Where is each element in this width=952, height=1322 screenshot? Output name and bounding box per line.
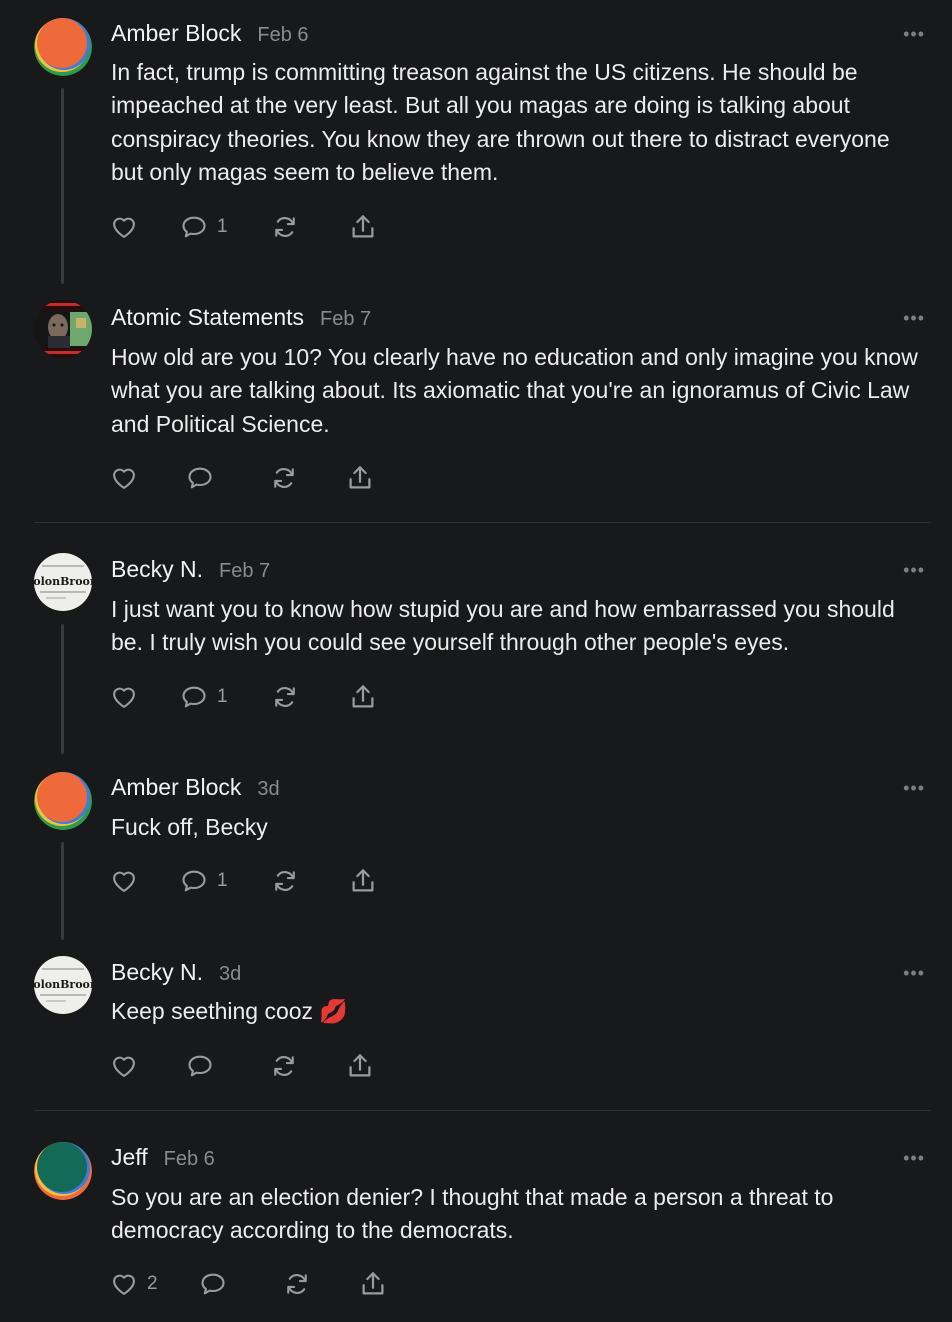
- avatar-image: [34, 300, 92, 358]
- avatar-logo-text: ColonBroom: [34, 575, 92, 588]
- restack-button[interactable]: [282, 1270, 312, 1298]
- comment-text: In fact, trump is committing treason aga…: [111, 59, 890, 185]
- avatar[interactable]: [34, 772, 92, 830]
- comment-date[interactable]: 3d: [257, 778, 279, 801]
- avatar-image: [34, 772, 92, 830]
- thread-divider: [34, 522, 931, 523]
- like-button[interactable]: 2: [109, 1270, 158, 1298]
- thread-line: [61, 88, 64, 284]
- reply-button[interactable]: [185, 464, 223, 492]
- restack-icon: [274, 468, 294, 488]
- author-name[interactable]: Jeff: [111, 1144, 148, 1171]
- comment-icon: [188, 467, 212, 489]
- avatar[interactable]: [34, 1142, 92, 1200]
- share-button[interactable]: [345, 1051, 375, 1081]
- like-button[interactable]: [109, 867, 139, 895]
- more-icon[interactable]: •••: [903, 560, 925, 581]
- restack-icon: [286, 1274, 307, 1294]
- avatar[interactable]: ColonBroom: [34, 956, 92, 1014]
- comment-icon: [188, 1055, 212, 1077]
- avatar[interactable]: ColonBroom: [34, 553, 92, 611]
- restack-icon: [274, 1056, 294, 1076]
- like-button[interactable]: [109, 464, 139, 492]
- thread-line: [61, 842, 64, 940]
- comment-icon: [182, 870, 206, 892]
- restack-button[interactable]: [269, 464, 299, 492]
- restack-button[interactable]: [270, 867, 300, 895]
- reply-button[interactable]: [185, 1052, 223, 1080]
- avatar-logo-text: ColonBroom: [34, 978, 92, 991]
- comment-date[interactable]: Feb 6: [257, 24, 308, 47]
- share-icon: [352, 215, 374, 238]
- like-count: 2: [147, 1273, 158, 1294]
- more-icon[interactable]: •••: [903, 1148, 925, 1169]
- heart-icon: [113, 217, 135, 238]
- reply-button[interactable]: 1: [179, 683, 228, 711]
- more-icon[interactable]: •••: [903, 778, 925, 799]
- reply-button[interactable]: 1: [179, 867, 228, 895]
- heart-icon: [113, 468, 135, 489]
- more-icon[interactable]: •••: [903, 24, 925, 45]
- avatar[interactable]: [34, 300, 92, 358]
- share-icon: [349, 1054, 371, 1077]
- heart-icon: [113, 1274, 135, 1295]
- comment-date[interactable]: Feb 7: [219, 560, 270, 583]
- reply-count: 1: [217, 870, 228, 891]
- comment-text: I just want you to know how stupid you a…: [111, 596, 895, 656]
- like-button[interactable]: [109, 683, 139, 711]
- comment-text: Keep seething cooz 💋: [111, 998, 349, 1024]
- avatar-image: ColonBroom: [34, 553, 92, 611]
- restack-icon: [274, 687, 295, 707]
- share-icon: [352, 685, 374, 708]
- share-icon: [349, 466, 371, 489]
- more-icon[interactable]: •••: [903, 308, 925, 329]
- share-icon: [352, 869, 374, 892]
- avatar[interactable]: [34, 18, 92, 76]
- comment-date[interactable]: Feb 7: [320, 308, 371, 331]
- share-button[interactable]: [358, 1269, 388, 1299]
- author-name[interactable]: Amber Block: [111, 20, 241, 47]
- comment-icon: [201, 1273, 225, 1295]
- heart-icon: [113, 687, 135, 708]
- restack-button[interactable]: [269, 1052, 299, 1080]
- comment-text: How old are you 10? You clearly have no …: [111, 344, 918, 437]
- like-button[interactable]: [109, 1052, 139, 1080]
- reply-count: 1: [217, 686, 228, 707]
- comment-text: So you are an election denier? I thought…: [111, 1184, 834, 1244]
- comment-icon: [182, 686, 206, 708]
- author-name[interactable]: Becky N.: [111, 959, 203, 986]
- restack-icon: [274, 217, 295, 237]
- restack-icon: [274, 871, 295, 891]
- comment-date[interactable]: Feb 6: [164, 1148, 215, 1171]
- more-icon[interactable]: •••: [903, 963, 925, 984]
- restack-button[interactable]: [270, 213, 300, 241]
- share-icon: [362, 1272, 384, 1295]
- comment-date[interactable]: 3d: [219, 963, 241, 986]
- restack-button[interactable]: [270, 683, 300, 711]
- heart-icon: [113, 1056, 135, 1077]
- author-name[interactable]: Atomic Statements: [111, 304, 304, 331]
- comment-text: Fuck off, Becky: [111, 814, 268, 840]
- share-button[interactable]: [348, 682, 378, 712]
- thread-line: [61, 624, 64, 754]
- heart-icon: [113, 871, 135, 892]
- like-button[interactable]: [109, 213, 139, 241]
- comment-icon: [182, 216, 206, 238]
- reply-button[interactable]: [198, 1270, 236, 1298]
- share-button[interactable]: [348, 212, 378, 242]
- reply-count: 1: [217, 216, 228, 237]
- share-button[interactable]: [348, 866, 378, 896]
- author-name[interactable]: Amber Block: [111, 774, 241, 801]
- avatar-image: [34, 1142, 92, 1200]
- share-button[interactable]: [345, 463, 375, 493]
- author-name[interactable]: Becky N.: [111, 556, 203, 583]
- thread-divider: [34, 1110, 931, 1111]
- avatar-image: [34, 18, 92, 76]
- reply-button[interactable]: 1: [179, 213, 228, 241]
- avatar-image: ColonBroom: [34, 956, 92, 1014]
